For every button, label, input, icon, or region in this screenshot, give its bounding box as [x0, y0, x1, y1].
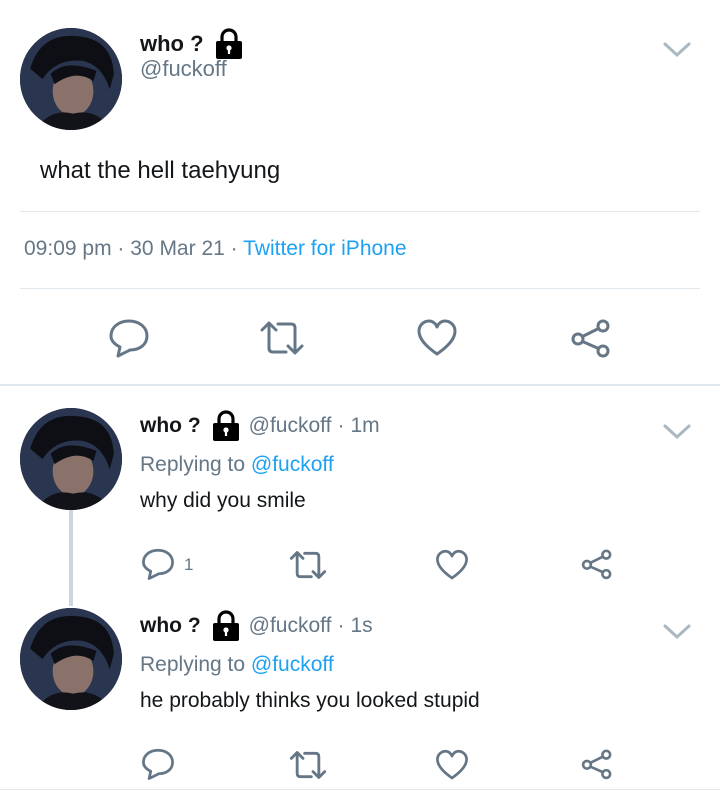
avatar-image: [20, 408, 122, 510]
reply-icon[interactable]: [141, 747, 175, 781]
replying-to: Replying to @fuckoff: [140, 653, 334, 677]
divider: [20, 211, 700, 212]
handle[interactable]: @fuckoff: [249, 614, 332, 638]
mention-link[interactable]: @fuckoff: [251, 453, 334, 476]
tweet-meta: 09:09 pm · 30 Mar 21 · Twitter for iPhon…: [24, 237, 407, 261]
handle[interactable]: @fuckoff: [140, 56, 227, 82]
tweet-text: what the hell taehyung: [40, 157, 281, 184]
reply-header: who ? @fuckoff · 1m: [140, 410, 380, 442]
divider: [0, 789, 720, 790]
avatar-image: [20, 608, 122, 710]
replying-label: Replying to: [140, 453, 246, 476]
reply-header: who ? @fuckoff · 1s: [140, 610, 373, 642]
tweet-source-link[interactable]: Twitter for iPhone: [243, 237, 406, 260]
like-icon[interactable]: [435, 548, 469, 582]
replying-to: Replying to @fuckoff: [140, 453, 334, 477]
separator: ·: [230, 237, 238, 260]
divider: [20, 288, 700, 289]
share-icon[interactable]: [580, 747, 614, 781]
display-name[interactable]: who ?: [140, 414, 201, 438]
separator: ·: [117, 237, 125, 260]
chevron-down-icon[interactable]: [662, 40, 692, 60]
separator: ·: [337, 614, 345, 637]
retweet-icon[interactable]: [258, 318, 306, 358]
replying-label: Replying to: [140, 653, 246, 676]
lock-icon: [211, 410, 241, 442]
avatar-image: [20, 28, 122, 130]
reply-count: 1: [184, 555, 194, 574]
reply-text: he probably thinks you looked stupid: [140, 689, 480, 712]
separator: ·: [337, 414, 345, 437]
section-divider: [0, 384, 720, 386]
tweet-date: 30 Mar 21: [130, 237, 225, 260]
like-icon[interactable]: [416, 318, 458, 358]
reply-icon[interactable]: [108, 318, 150, 358]
mention-link[interactable]: @fuckoff: [251, 653, 334, 676]
avatar[interactable]: [20, 408, 122, 510]
retweet-icon[interactable]: [288, 548, 328, 582]
reply-time[interactable]: 1s: [350, 614, 372, 638]
display-name-text: who ?: [140, 31, 204, 56]
like-icon[interactable]: [435, 748, 469, 782]
thread-line: [69, 510, 73, 606]
tweet-time: 09:09 pm: [24, 237, 112, 260]
avatar[interactable]: [20, 28, 122, 130]
display-name[interactable]: who ?: [140, 614, 201, 638]
avatar[interactable]: [20, 608, 122, 710]
reply-time[interactable]: 1m: [350, 414, 379, 438]
lock-icon: [211, 610, 241, 642]
share-icon[interactable]: [569, 318, 613, 358]
chevron-down-icon[interactable]: [662, 422, 692, 442]
retweet-icon[interactable]: [288, 748, 328, 782]
chevron-down-icon[interactable]: [662, 622, 692, 642]
reply-icon[interactable]: [141, 547, 175, 581]
handle[interactable]: @fuckoff: [249, 414, 332, 438]
reply-text: why did you smile: [140, 489, 306, 512]
share-icon[interactable]: [580, 547, 614, 581]
